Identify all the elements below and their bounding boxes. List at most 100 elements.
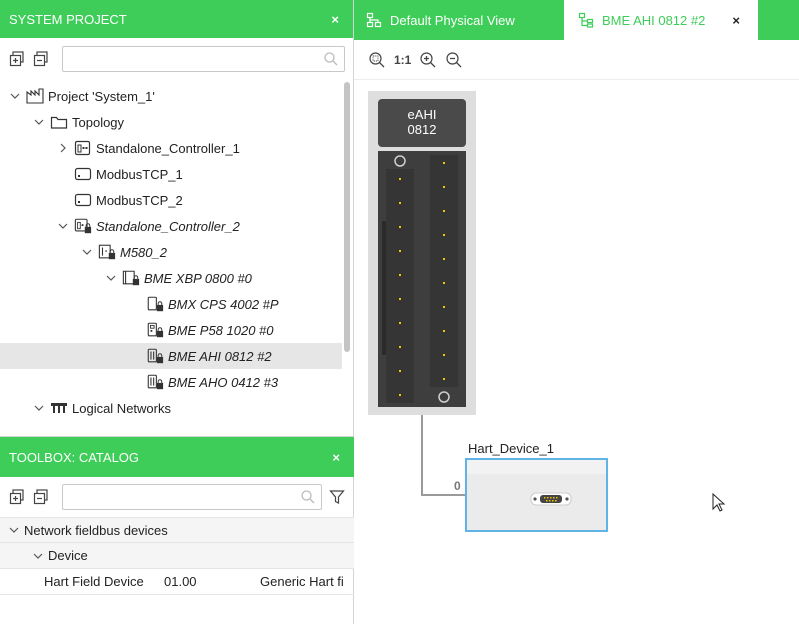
system-project-title: SYSTEM PROJECT bbox=[9, 11, 127, 27]
zoom-in-icon[interactable] bbox=[419, 50, 437, 70]
catalog-item-description: Generic Hart fi bbox=[260, 574, 344, 589]
module-bme-ahi-0812[interactable]: eAHI 0812 bbox=[368, 91, 476, 415]
terminal-block-graphic bbox=[382, 155, 458, 403]
tree-item-label: M580_2 bbox=[120, 244, 167, 260]
port-number: 0 bbox=[454, 479, 461, 493]
system-project-search-input[interactable] bbox=[63, 47, 344, 71]
db9-connector-icon bbox=[530, 492, 572, 506]
chevron-down-icon[interactable] bbox=[32, 115, 46, 129]
search-icon bbox=[323, 51, 339, 70]
mouse-pointer-icon bbox=[712, 492, 726, 516]
toolbox-panel: TOOLBOX: CATALOG × Network fieldbus devi bbox=[0, 436, 354, 624]
locked-power-supply-icon bbox=[146, 295, 164, 313]
tree-item-label: BME AHO 0412 #3 bbox=[168, 374, 279, 390]
collapse-all-icon[interactable] bbox=[32, 50, 50, 68]
catalog-subgroup-device[interactable]: Device bbox=[0, 543, 354, 569]
locked-io-module-icon bbox=[146, 373, 164, 391]
catalog-group-label: Network fieldbus devices bbox=[24, 522, 168, 538]
chevron-down-icon[interactable] bbox=[8, 524, 20, 536]
hart-device-name: Hart_Device_1 bbox=[468, 441, 554, 456]
system-project-search[interactable] bbox=[62, 46, 345, 72]
logical-network-icon bbox=[50, 399, 68, 417]
tree-item-label: BME P58 1020 #0 bbox=[168, 322, 274, 338]
tree-item-bme-p58-1020[interactable]: BME P58 1020 #0 bbox=[0, 317, 342, 343]
chevron-down-icon[interactable] bbox=[80, 245, 94, 259]
physical-view-canvas[interactable]: eAHI 0812 0 Hart_Device_1 bbox=[354, 81, 799, 624]
hart-device-graphic bbox=[467, 460, 606, 506]
tab-label: Default Physical View bbox=[390, 12, 515, 28]
tree-item-label: BME AHI 0812 #2 bbox=[168, 348, 272, 364]
tree-item-label: BME XBP 0800 #0 bbox=[144, 270, 252, 286]
tree-item-bmx-cps-4002[interactable]: BMX CPS 4002 #P bbox=[0, 291, 342, 317]
tree-item-topology[interactable]: Topology bbox=[0, 109, 342, 135]
tree-item-label: BMX CPS 4002 #P bbox=[168, 296, 279, 312]
system-project-header: SYSTEM PROJECT × bbox=[0, 0, 353, 38]
folder-icon bbox=[50, 113, 68, 131]
toolbox-close-button[interactable]: × bbox=[332, 450, 340, 465]
tree-item-label: Logical Networks bbox=[72, 400, 171, 416]
zoom-actual-size-button[interactable]: 1:1 bbox=[394, 50, 411, 70]
catalog-subgroup-label: Device bbox=[48, 548, 88, 563]
catalog-item-version: 01.00 bbox=[164, 574, 197, 589]
editor-tab-bar: Default Physical View BME AHI 0812 #2 × bbox=[354, 0, 799, 40]
module-label-line2: 0812 bbox=[407, 122, 437, 137]
tree-item-label: Project 'System_1' bbox=[48, 88, 155, 104]
toolbox-header: TOOLBOX: CATALOG × bbox=[0, 437, 354, 477]
chevron-down-icon[interactable] bbox=[32, 401, 46, 415]
tree-item-modbustcp-1[interactable]: ModbusTCP_1 bbox=[0, 161, 342, 187]
locked-backplane-icon bbox=[122, 269, 140, 287]
system-project-toolbar bbox=[0, 38, 353, 80]
toolbox-search[interactable] bbox=[62, 484, 322, 510]
locked-controller-icon bbox=[74, 217, 92, 235]
toolbox-toolbar bbox=[0, 477, 354, 517]
tab-default-physical-view[interactable]: Default Physical View bbox=[354, 0, 562, 40]
tree-item-label: ModbusTCP_1 bbox=[96, 166, 183, 182]
filter-icon[interactable] bbox=[328, 488, 346, 506]
chevron-down-icon[interactable] bbox=[8, 89, 22, 103]
physical-view-icon bbox=[366, 12, 382, 28]
project-tree: Project 'System_1' Topology Standalone_C… bbox=[0, 80, 354, 428]
hart-device-1[interactable] bbox=[465, 458, 608, 532]
tree-item-m580-2[interactable]: M580_2 bbox=[0, 239, 342, 265]
tree-item-bme-aho-0412[interactable]: BME AHO 0412 #3 bbox=[0, 369, 342, 395]
chevron-down-icon[interactable] bbox=[32, 550, 44, 562]
tree-item-bme-xbp-0800[interactable]: BME XBP 0800 #0 bbox=[0, 265, 342, 291]
search-icon bbox=[300, 489, 316, 508]
locked-io-module-icon bbox=[146, 347, 164, 365]
tree-item-label: ModbusTCP_2 bbox=[96, 192, 183, 208]
tab-bme-ahi-0812[interactable]: BME AHI 0812 #2 × bbox=[564, 0, 758, 40]
tree-item-modbustcp-2[interactable]: ModbusTCP_2 bbox=[0, 187, 342, 213]
catalog-group-network-fieldbus[interactable]: Network fieldbus devices bbox=[0, 517, 354, 543]
toolbox-search-input[interactable] bbox=[63, 485, 321, 509]
tree-item-standalone-controller-1[interactable]: Standalone_Controller_1 bbox=[0, 135, 342, 161]
locked-rack-icon bbox=[98, 243, 116, 261]
system-project-close-button[interactable]: × bbox=[331, 12, 339, 27]
tab-label: BME AHI 0812 #2 bbox=[602, 12, 706, 28]
tree-item-standalone-controller-2[interactable]: Standalone_Controller_2 bbox=[0, 213, 342, 239]
zoom-out-icon[interactable] bbox=[445, 50, 463, 70]
tree-item-project[interactable]: Project 'System_1' bbox=[0, 83, 342, 109]
tree-item-label: Standalone_Controller_2 bbox=[96, 218, 240, 234]
toolbox-title: TOOLBOX: CATALOG bbox=[9, 449, 140, 465]
chevron-right-icon[interactable] bbox=[56, 141, 70, 155]
controller-icon bbox=[74, 139, 92, 157]
tree-item-bme-ahi-0812[interactable]: BME AHI 0812 #2 bbox=[0, 343, 342, 369]
tree-scrollbar[interactable] bbox=[344, 82, 350, 352]
chevron-down-icon[interactable] bbox=[104, 271, 118, 285]
left-column: SYSTEM PROJECT × Project 'System_1' Topo… bbox=[0, 0, 354, 624]
expand-all-icon[interactable] bbox=[8, 50, 26, 68]
tree-item-logical-networks[interactable]: Logical Networks bbox=[0, 395, 342, 421]
tab-close-button[interactable]: × bbox=[732, 13, 740, 28]
project-icon bbox=[26, 87, 44, 105]
collapse-all-icon[interactable] bbox=[32, 488, 50, 506]
zoom-fit-icon[interactable] bbox=[368, 50, 386, 70]
catalog-item-name: Hart Field Device bbox=[44, 574, 144, 589]
catalog-item-hart-field-device[interactable]: Hart Field Device 01.00 Generic Hart fi bbox=[0, 569, 354, 595]
module-view-icon bbox=[578, 12, 594, 28]
module-label-line1: eAHI bbox=[407, 107, 437, 122]
locked-cpu-icon bbox=[146, 321, 164, 339]
module-terminal-block bbox=[378, 151, 466, 407]
chevron-down-icon[interactable] bbox=[56, 219, 70, 233]
network-device-icon bbox=[74, 165, 92, 183]
expand-all-icon[interactable] bbox=[8, 488, 26, 506]
